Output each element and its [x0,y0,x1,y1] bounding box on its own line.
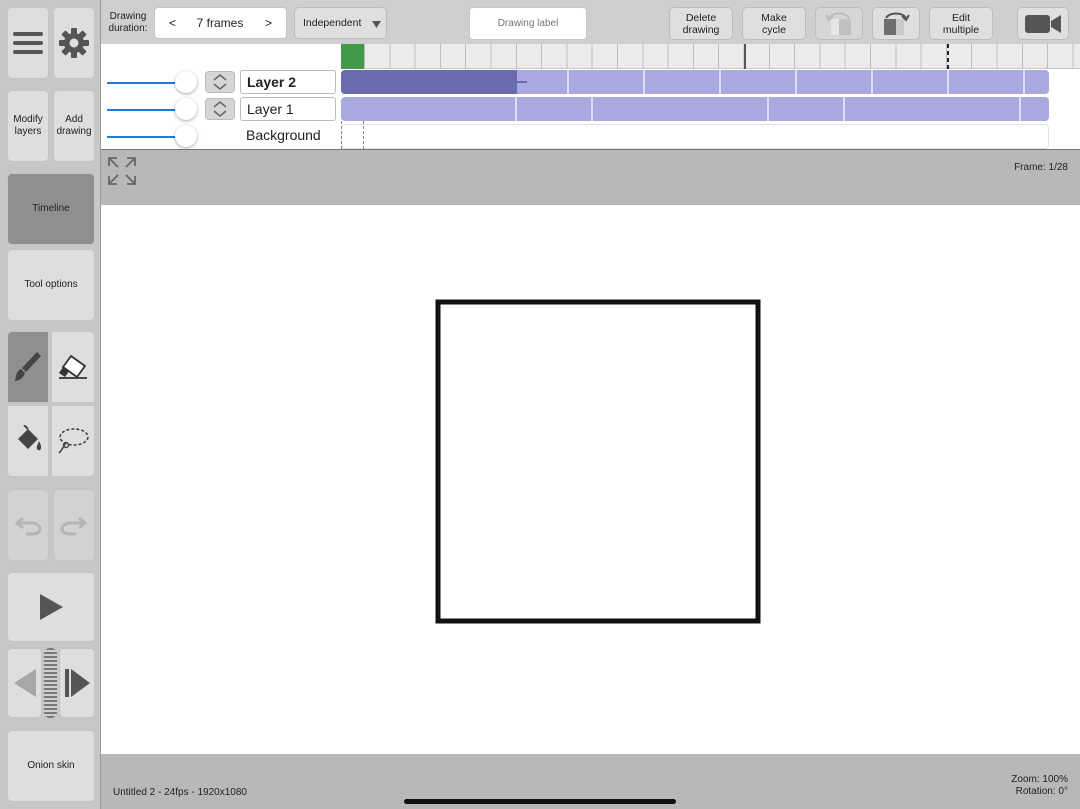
duration-stepper: < 7 frames > [154,7,287,39]
drawing-extend-handle[interactable] [517,81,527,83]
background-layer-name[interactable]: Background [246,127,321,143]
chevron-up-down-icon [213,101,227,117]
layer-2-name[interactable]: Layer 2 [240,70,336,94]
left-sidebar: Modify layers Add drawing Timeline Tool … [0,0,101,809]
edit-multiple-button[interactable]: Edit multiple [929,7,993,40]
brush-icon [15,352,41,381]
drawing-mode-select[interactable]: Independent [294,7,387,39]
drawn-square-stroke [435,299,761,624]
background-opacity-thumb[interactable] [175,125,197,147]
background-opacity-track[interactable] [107,136,185,138]
previous-frame-button[interactable] [7,648,42,718]
brush-tool-button[interactable] [7,331,49,403]
canvas-footer: Untitled 2 - 24fps - 1920x1080 Zoom: 100… [101,754,1080,809]
canvas-header: Frame: 1/28 [101,150,1080,205]
redo-icon [60,516,88,536]
move-drawing-right-button[interactable] [872,7,920,40]
undo-button[interactable] [7,489,49,561]
redo-button[interactable] [53,489,95,561]
video-camera-icon [1025,14,1061,33]
settings-button[interactable] [53,7,95,79]
onion-skin-label: Onion skin [27,760,75,771]
delete-drawing-button[interactable]: Delete drawing [669,7,733,40]
drawing-mode-value: Independent [303,17,362,29]
ruler-ticks [364,44,1080,69]
layer-1-opacity-track[interactable] [107,109,185,111]
home-indicator [404,799,676,804]
add-drawing-button[interactable]: Add drawing [53,90,95,162]
make-cycle-label: Make cycle [761,11,787,36]
rotation-readout: Rotation: 0° [1015,786,1068,797]
frame-indicator: Frame: 1/28 [1014,162,1068,173]
drawing-label-input[interactable] [469,7,587,40]
layer-2-opacity-track[interactable] [107,82,185,84]
layer-2-reorder-stepper[interactable] [205,71,235,93]
eraser-tool-button[interactable] [51,331,95,403]
layer-1-reorder-stepper[interactable] [205,98,235,120]
next-frame-button[interactable] [59,648,95,718]
file-info: Untitled 2 - 24fps - 1920x1080 [113,787,247,798]
tool-options-button[interactable]: Tool options [7,249,95,321]
frame-scrub-handle[interactable] [44,648,57,718]
timeline-label: Timeline [32,203,70,214]
modify-layers-button[interactable]: Modify layers [7,90,49,162]
drawing-duration-label: Drawing duration: [108,11,148,34]
frame-divider [341,121,342,149]
chevron-up-down-icon [213,74,227,90]
move-left-icon [825,12,851,35]
add-drawing-label: Add drawing [56,114,92,137]
layer-1-frames[interactable] [341,97,1049,121]
dropdown-arrow-icon [372,21,381,28]
hamburger-icon [13,32,43,54]
layer-2-selected-drawing[interactable] [341,70,517,94]
background-frames[interactable] [341,124,1049,149]
layer-1-opacity-thumb[interactable] [175,98,197,120]
top-toolbar: Drawing duration: < 7 frames > Independe… [101,0,1080,44]
lasso-icon [58,428,89,454]
triangle-left-icon [13,669,36,697]
play-icon [40,594,63,620]
paint-bucket-icon [18,425,42,451]
make-cycle-button[interactable]: Make cycle [742,7,806,40]
modify-layers-label: Modify layers [13,114,43,137]
step-forward-icon [65,669,90,697]
fill-tool-button[interactable] [7,405,49,477]
move-drawing-left-button[interactable] [815,7,863,40]
layer-2-opacity-thumb[interactable] [175,71,197,93]
timeline-panel: Layer 2 Layer 1 Background [101,44,1080,150]
tool-options-label: Tool options [24,279,78,290]
current-frame-marker[interactable] [341,44,364,69]
timeline-button[interactable]: Timeline [7,173,95,245]
drawing-canvas[interactable] [101,205,1080,754]
undo-icon [14,516,42,536]
frame-ruler[interactable] [341,44,1080,69]
lasso-tool-button[interactable] [51,405,95,477]
gear-icon [59,28,89,58]
camera-button[interactable] [1017,7,1069,40]
move-right-icon [884,12,910,35]
frame-divider [363,121,364,149]
menu-button[interactable] [7,7,49,79]
expand-icon[interactable] [106,155,138,187]
delete-drawing-label: Delete drawing [682,11,720,36]
ruler-major-tick [744,44,746,69]
layer-1-name[interactable]: Layer 1 [240,97,336,121]
onion-skin-button[interactable]: Onion skin [7,730,95,802]
decrease-duration-button[interactable]: < [169,16,176,30]
eraser-icon [59,354,87,379]
zoom-readout: Zoom: 100% [1011,774,1068,785]
duration-value: 7 frames [196,16,244,30]
edit-multiple-label: Edit multiple [942,11,980,36]
end-marker [947,44,949,69]
increase-duration-button[interactable]: > [265,16,272,30]
play-button[interactable] [7,572,95,642]
